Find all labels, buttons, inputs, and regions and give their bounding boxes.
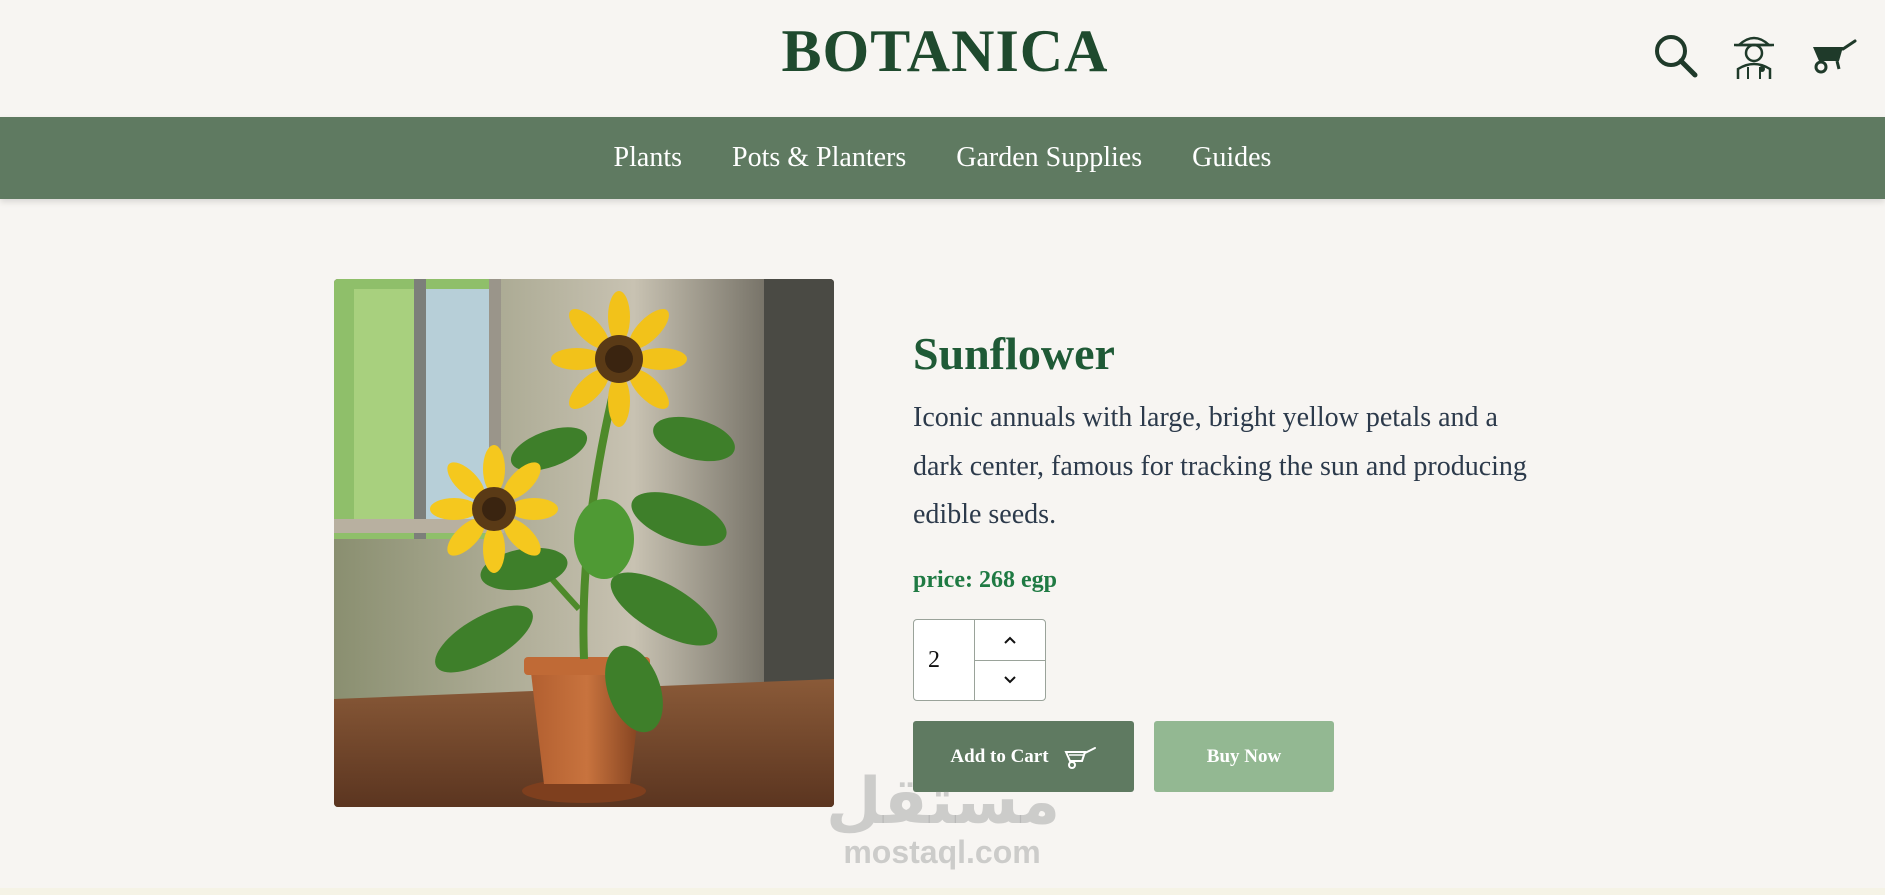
watermark-latin: mostaql.com <box>843 834 1041 870</box>
watermark-arabic: مستقل <box>826 765 1061 839</box>
watermark: مستقل mostaql.com <box>826 765 1061 870</box>
product-price: price: 268 egp <box>913 567 1057 593</box>
quantity-increment-button[interactable] <box>975 620 1045 661</box>
nav-item-guides[interactable]: Guides <box>1192 142 1271 174</box>
site-header: BOTANICA <box>0 0 1885 117</box>
logo-text: BOTANICA <box>781 17 1109 84</box>
buy-now-button[interactable]: Buy Now <box>1154 721 1334 792</box>
quantity-steps <box>975 620 1045 700</box>
gardener-account-icon[interactable] <box>1727 28 1781 82</box>
quantity-input[interactable] <box>914 620 975 700</box>
search-icon[interactable] <box>1648 28 1702 82</box>
wheelbarrow-cart-icon <box>1064 746 1096 769</box>
chevron-up-icon <box>1004 636 1016 644</box>
chevron-down-icon <box>1004 676 1016 684</box>
wheelbarrow-cart-icon[interactable] <box>1806 28 1860 82</box>
nav-item-plants[interactable]: Plants <box>614 142 682 174</box>
nav-item-garden-supplies[interactable]: Garden Supplies <box>956 142 1142 174</box>
product-image <box>334 279 834 807</box>
quantity-stepper <box>913 619 1046 701</box>
main-nav: Plants Pots & Planters Garden Supplies G… <box>0 117 1885 199</box>
page-bottom-strip <box>0 888 1885 895</box>
nav-item-pots-planters[interactable]: Pots & Planters <box>732 142 906 174</box>
quantity-decrement-button[interactable] <box>975 661 1045 701</box>
product-description: Iconic annuals with large, bright yellow… <box>913 402 1527 530</box>
buy-now-label: Buy Now <box>1206 745 1282 767</box>
brand-logo[interactable]: BOTANICA <box>782 14 1108 88</box>
product-title: Sunflower <box>913 328 1115 379</box>
